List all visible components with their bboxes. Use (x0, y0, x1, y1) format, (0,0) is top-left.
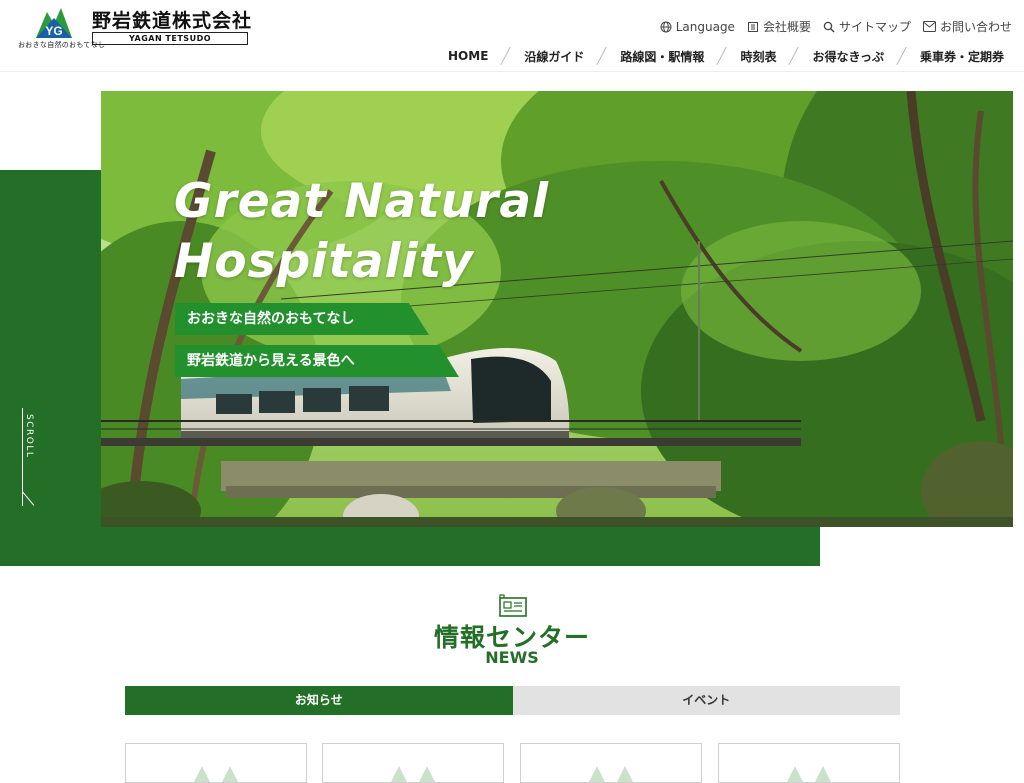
hero-title-line2: Hospitality (174, 234, 474, 289)
hero-ribbon-2: 野岩鉄道から見える景色へ (175, 345, 459, 377)
logo-mark-icon: YG (36, 8, 72, 38)
company-name: 野岩鉄道株式会社 (92, 10, 253, 32)
nav-home[interactable]: HOME (442, 49, 494, 63)
news-card[interactable] (125, 743, 307, 783)
nav-line-guide[interactable]: 沿線ガイド (518, 48, 590, 65)
news-card[interactable] (520, 743, 702, 783)
news-subtitle: NEWS (485, 648, 539, 667)
search-icon (823, 21, 835, 33)
nav-tickets-passes[interactable]: 乗車券・定期券 (914, 48, 1010, 65)
newspaper-icon (499, 594, 527, 617)
svg-text:YG: YG (45, 24, 62, 38)
company-overview-link[interactable]: 会社概要 (747, 18, 811, 35)
nav-separator (494, 46, 518, 66)
sitemap-link[interactable]: サイトマップ (823, 18, 911, 35)
tab-notices[interactable]: お知らせ (125, 686, 513, 715)
scroll-label: SCROLL (24, 414, 34, 459)
nav-discount-tickets[interactable]: お得なきっぷ (806, 48, 890, 65)
globe-icon (660, 21, 672, 32)
company-roman: YAGAN TETSUDO (92, 32, 248, 45)
building-icon (747, 21, 758, 32)
news-card[interactable] (718, 743, 900, 783)
utility-nav: Language 会社概要 サイトマップ お問い合わせ (660, 18, 1012, 35)
site-header: YG おおきな自然のおもてなし 野岩鉄道株式会社 YAGAN TETSUDO L… (0, 0, 1024, 72)
hero-ribbon-1: おおきな自然のおもてなし (175, 303, 429, 335)
contact-label: お問い合わせ (939, 20, 1012, 34)
news-tabs: お知らせ イベント (125, 686, 900, 715)
contact-link[interactable]: お問い合わせ (922, 18, 1012, 35)
hero-title: Great Natural Hospitality (174, 172, 549, 292)
card-thumbnail-icon (391, 766, 435, 782)
tab-events[interactable]: イベント (512, 686, 900, 715)
card-thumbnail-icon (787, 766, 831, 782)
company-overview-label: 会社概要 (762, 20, 811, 34)
nav-route-map[interactable]: 路線図・駅情報 (614, 48, 710, 65)
language-label: Language (675, 19, 735, 34)
scroll-arrow-icon (22, 491, 35, 506)
nav-separator (890, 46, 914, 66)
news-card-list (125, 743, 900, 783)
nav-separator (782, 46, 806, 66)
main-nav: HOME 沿線ガイド 路線図・駅情報 時刻表 お得なきっぷ 乗車券・定期券 (442, 46, 1010, 66)
sitemap-label: サイトマップ (838, 20, 911, 34)
nav-separator (590, 46, 614, 66)
logo[interactable]: YG おおきな自然のおもてなし 野岩鉄道株式会社 YAGAN TETSUDO (18, 4, 258, 50)
card-thumbnail-icon (589, 766, 633, 782)
nav-timetable[interactable]: 時刻表 (734, 48, 782, 65)
mail-icon (922, 21, 936, 32)
hero-title-line1: Great Natural (174, 174, 550, 229)
news-card[interactable] (322, 743, 504, 783)
card-thumbnail-icon (194, 766, 238, 782)
nav-separator (710, 46, 734, 66)
scroll-indicator[interactable]: SCROLL (20, 408, 44, 508)
language-link[interactable]: Language (660, 18, 735, 35)
